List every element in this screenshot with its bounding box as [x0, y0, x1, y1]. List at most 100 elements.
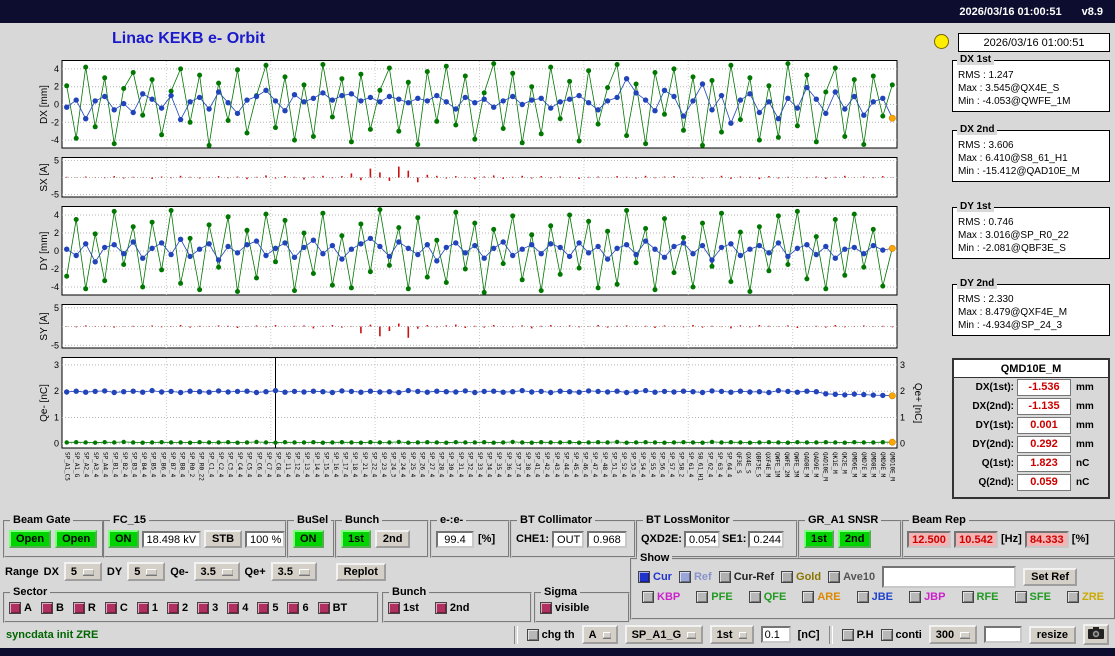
- checkbox-sector-c[interactable]: C: [104, 601, 128, 614]
- replot-button[interactable]: Replot: [335, 562, 386, 581]
- checkbox-sector-2[interactable]: 2: [166, 601, 189, 614]
- checkbox-pfe[interactable]: PFE: [696, 591, 733, 603]
- checkbox-ave10[interactable]: Ave10: [828, 571, 875, 583]
- checkbox-ph[interactable]: P.H: [841, 628, 874, 641]
- beam-rep-hz-unit: [Hz]: [1001, 533, 1022, 545]
- checkbox-sector-5[interactable]: 5: [257, 601, 278, 614]
- checkbox-ref[interactable]: Ref: [678, 571, 712, 583]
- checkbox-sector-bt[interactable]: BT: [317, 601, 347, 614]
- checkbox-sector-4[interactable]: 4: [227, 601, 248, 614]
- dy-orbit-plot[interactable]: -4 -2 0 2 4 DY [mm]: [38, 206, 922, 296]
- beam-gate-open-2-button[interactable]: Open: [55, 530, 98, 548]
- sector-select-value: A: [588, 628, 597, 641]
- busel-on-button[interactable]: ON: [293, 530, 324, 548]
- bunch-2nd-button[interactable]: 2nd: [374, 530, 411, 548]
- checkbox-cur-ref-label: Cur-Ref: [733, 571, 775, 583]
- checkbox-conti[interactable]: conti: [880, 628, 922, 641]
- bpm-label-band: SP_A1_C5 SP_A1_G SP_A2_4 SP_A3_4 SP_A4_4 SP_B…: [63, 452, 896, 481]
- show-group: Show Cur Ref Cur-Ref Gold Ave10 Set Ref …: [630, 552, 1115, 620]
- checkbox-sector-b-label: B: [55, 601, 64, 614]
- screenshot-button[interactable]: [1083, 624, 1109, 645]
- checkbox-sector-1[interactable]: 1: [136, 601, 158, 614]
- range-qep-select[interactable]: 3.5: [270, 562, 317, 581]
- beam-rep-pct-unit: [%]: [1071, 533, 1089, 545]
- charge-plot[interactable]: 0 0 1 1 2 2 3 3 Qe- [nC] Qe+ [nC]: [38, 357, 923, 449]
- misc-input[interactable]: [983, 626, 1022, 643]
- interval-select[interactable]: 300: [928, 625, 977, 644]
- fc15-on-button[interactable]: ON: [108, 530, 139, 548]
- checkbox-qfe-box: [748, 591, 761, 603]
- checkbox-jbe[interactable]: JBE: [856, 591, 893, 603]
- checkbox-ph-label: P.H: [856, 628, 874, 641]
- checkbox-sector-a[interactable]: A: [9, 601, 32, 614]
- fc15-stb-button[interactable]: STB: [204, 530, 243, 548]
- busel-group: BuSel ON: [287, 514, 335, 558]
- checkbox-sigma-visible[interactable]: visible: [540, 601, 589, 614]
- qxd2e-value: 0.054: [683, 530, 720, 548]
- range-dx-select[interactable]: 5: [63, 562, 102, 581]
- checkbox-cur-ref[interactable]: Cur-Ref: [718, 571, 775, 583]
- checkbox-rfe[interactable]: RFE: [961, 591, 999, 603]
- snsr-2nd-button[interactable]: 2nd: [837, 530, 872, 548]
- monitor-select[interactable]: SP_A1_G: [624, 625, 703, 644]
- checkbox-gold-box: [781, 571, 794, 583]
- threshold-input[interactable]: [760, 626, 791, 643]
- interval-select-value: 300: [935, 628, 955, 641]
- svg-text:-4: -4: [51, 135, 59, 145]
- checkbox-cur[interactable]: Cur: [638, 571, 672, 583]
- checkbox-sector-r[interactable]: R: [72, 601, 96, 614]
- se1-value: 0.244: [748, 530, 785, 548]
- ref-file-input[interactable]: [882, 566, 1017, 588]
- checkbox-conti-label: conti: [895, 628, 922, 641]
- sigma-group: Sigma visible: [534, 586, 630, 623]
- checkbox-sector-b[interactable]: B: [40, 601, 64, 614]
- snsr-1st-button[interactable]: 1st: [804, 530, 834, 548]
- ee-ratio-value: 99.4: [436, 530, 474, 548]
- svg-text:0: 0: [54, 246, 59, 256]
- resize-button[interactable]: resize: [1028, 625, 1076, 644]
- checkbox-bunch-1st[interactable]: 1st: [388, 601, 419, 614]
- checkbox-gold[interactable]: Gold: [781, 571, 821, 583]
- threshold-unit: [nC]: [797, 628, 820, 641]
- checkbox-sfe[interactable]: SFE: [1014, 591, 1051, 603]
- beam-rep-group-label: Beam Rep: [909, 514, 969, 526]
- checkbox-kbp[interactable]: KBP: [642, 591, 680, 603]
- dx-2nd-stats-title: DX 2nd: [957, 124, 998, 135]
- monitor-row-dy1: DY(1st): 0.001 mm: [954, 416, 1108, 435]
- sector-select[interactable]: A: [581, 625, 618, 644]
- checkbox-sector-6[interactable]: 6: [287, 601, 309, 614]
- checkbox-jbp[interactable]: JBP: [909, 591, 945, 603]
- svg-text:5: 5: [54, 157, 59, 165]
- sy-steering-plot[interactable]: -5 5 SY [A]: [38, 303, 922, 350]
- range-qem-select[interactable]: 3.5: [193, 562, 240, 581]
- option-menu-dash-icon: [298, 568, 310, 575]
- bunch-1st-button[interactable]: 1st: [341, 530, 371, 548]
- che1-position-value: 0.968: [587, 530, 628, 548]
- bunch-select[interactable]: 1st: [709, 625, 754, 644]
- checkbox-are[interactable]: ARE: [802, 591, 841, 603]
- checkbox-zre[interactable]: ZRE: [1066, 591, 1104, 603]
- checkbox-sector-3-box: [197, 601, 210, 614]
- checkbox-qfe[interactable]: QFE: [748, 591, 786, 603]
- separator: [513, 625, 518, 644]
- checkbox-jbp-label: JBP: [924, 591, 946, 603]
- set-ref-button[interactable]: Set Ref: [1023, 568, 1078, 586]
- fc15-group: FC_15 ON 18.498 kV STB 100 %: [103, 514, 287, 558]
- checkbox-sector-3[interactable]: 3: [197, 601, 218, 614]
- checkbox-rfe-label: RFE: [976, 591, 999, 603]
- checkbox-sector-2-label: 2: [181, 601, 189, 614]
- checkbox-chg-th[interactable]: chg th: [526, 628, 575, 641]
- show-group-label: Show: [637, 552, 673, 564]
- titlebar-datetime: 2026/03/16 01:00:51: [959, 5, 1062, 18]
- checkbox-bunch-2nd[interactable]: 2nd: [434, 601, 469, 614]
- monitor-row-unit: mm: [1076, 401, 1094, 412]
- sx-steering-plot[interactable]: -5 5 SX [A]: [38, 155, 922, 200]
- dx-orbit-plot[interactable]: -4 -2 0 2 4 DX [mm]: [38, 60, 922, 149]
- checkbox-chg-th-box: [526, 628, 539, 641]
- monitor-row-q2: Q(2nd): 0.059 nC: [954, 473, 1108, 492]
- show-row-2: KBP PFE QFE ARE JBE JBP RFE SFE ZRE: [632, 589, 1114, 603]
- range-dy-select[interactable]: 5: [127, 562, 166, 581]
- monitor-row-dx1: DX(1st): -1.536 mm: [954, 378, 1108, 397]
- beam-gate-open-1-button[interactable]: Open: [9, 530, 52, 548]
- sector-group-label: Sector: [10, 586, 51, 598]
